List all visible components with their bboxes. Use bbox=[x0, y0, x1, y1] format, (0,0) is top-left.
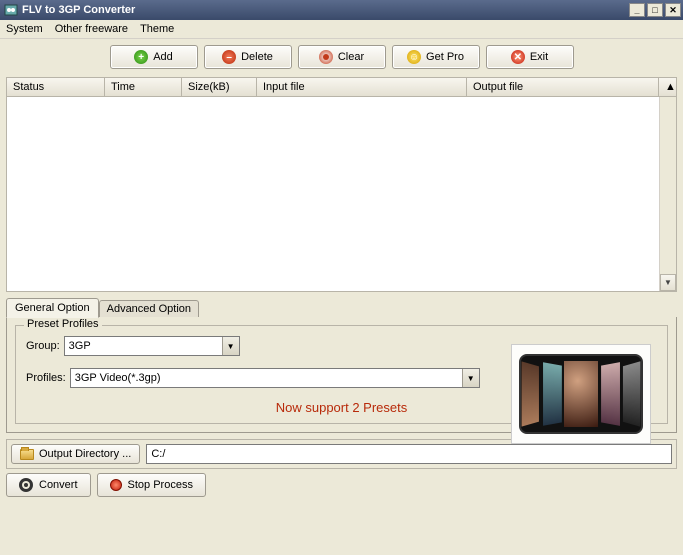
scroll-down-button[interactable]: ▼ bbox=[660, 274, 676, 291]
minimize-button[interactable]: _ bbox=[629, 3, 645, 17]
col-input[interactable]: Input file bbox=[257, 78, 467, 96]
clear-button[interactable]: Clear bbox=[298, 45, 386, 69]
stop-label: Stop Process bbox=[128, 479, 193, 491]
device-preview bbox=[511, 344, 651, 444]
clear-icon bbox=[319, 50, 333, 64]
menu-other-freeware[interactable]: Other freeware bbox=[55, 23, 128, 35]
delete-button[interactable]: – Delete bbox=[204, 45, 292, 69]
group-label: Group: bbox=[26, 340, 60, 352]
delete-label: Delete bbox=[241, 51, 273, 63]
chevron-down-icon: ▼ bbox=[222, 337, 239, 355]
x-icon: ✕ bbox=[511, 50, 525, 64]
smiley-icon: ☺ bbox=[407, 50, 421, 64]
film-reel-icon bbox=[19, 478, 33, 492]
col-size[interactable]: Size(kB) bbox=[182, 78, 257, 96]
folder-icon bbox=[20, 449, 34, 460]
table-header: Status Time Size(kB) Input file Output f… bbox=[6, 77, 677, 97]
add-button[interactable]: + Add bbox=[110, 45, 198, 69]
tab-general-option[interactable]: General Option bbox=[6, 298, 99, 318]
menu-theme[interactable]: Theme bbox=[140, 23, 174, 35]
chevron-down-icon: ▼ bbox=[462, 369, 479, 387]
table-body[interactable]: ▼ bbox=[6, 97, 677, 292]
exit-button[interactable]: ✕ Exit bbox=[486, 45, 574, 69]
toolbar: + Add – Delete Clear ☺ Get Pro ✕ Exit bbox=[0, 39, 683, 75]
profiles-select[interactable]: 3GP Video(*.3gp) ▼ bbox=[70, 368, 480, 388]
poster-thumb bbox=[543, 362, 562, 426]
stop-icon bbox=[110, 479, 122, 491]
scroll-up-header: ▲ bbox=[659, 78, 676, 96]
stop-process-button[interactable]: Stop Process bbox=[97, 473, 206, 497]
preset-legend: Preset Profiles bbox=[24, 318, 102, 330]
vertical-scrollbar[interactable]: ▼ bbox=[659, 97, 676, 291]
window-title: FLV to 3GP Converter bbox=[22, 4, 629, 16]
maximize-button[interactable]: □ bbox=[647, 3, 663, 17]
options-tabs: General Option Advanced Option bbox=[6, 298, 677, 317]
device-icon bbox=[519, 354, 643, 434]
profiles-value: 3GP Video(*.3gp) bbox=[75, 372, 161, 384]
col-output[interactable]: Output file bbox=[467, 78, 659, 96]
poster-thumb bbox=[522, 361, 539, 426]
add-label: Add bbox=[153, 51, 173, 63]
col-status[interactable]: Status bbox=[7, 78, 105, 96]
col-time[interactable]: Time bbox=[105, 78, 182, 96]
convert-label: Convert bbox=[39, 479, 78, 491]
getpro-label: Get Pro bbox=[426, 51, 464, 63]
scroll-up-button[interactable]: ▲ bbox=[665, 81, 670, 93]
minus-icon: – bbox=[222, 50, 236, 64]
convert-button[interactable]: Convert bbox=[6, 473, 91, 497]
group-value: 3GP bbox=[69, 340, 91, 352]
action-bar: Convert Stop Process bbox=[6, 473, 677, 497]
general-option-panel: Preset Profiles Group: 3GP ▼ Profiles: 3… bbox=[6, 317, 677, 433]
poster-thumb bbox=[564, 361, 597, 427]
group-select[interactable]: 3GP ▼ bbox=[64, 336, 240, 356]
app-icon bbox=[4, 3, 18, 17]
output-directory-button[interactable]: Output Directory ... bbox=[11, 444, 140, 464]
tab-advanced-option[interactable]: Advanced Option bbox=[99, 300, 199, 317]
menu-system[interactable]: System bbox=[6, 23, 43, 35]
titlebar: FLV to 3GP Converter _ □ ✕ bbox=[0, 0, 683, 20]
window-buttons: _ □ ✕ bbox=[629, 3, 681, 17]
file-table: Status Time Size(kB) Input file Output f… bbox=[6, 77, 677, 292]
profiles-label: Profiles: bbox=[26, 372, 66, 384]
poster-thumb bbox=[623, 361, 640, 426]
getpro-button[interactable]: ☺ Get Pro bbox=[392, 45, 480, 69]
exit-label: Exit bbox=[530, 51, 548, 63]
preset-profiles-fieldset: Preset Profiles Group: 3GP ▼ Profiles: 3… bbox=[15, 325, 668, 424]
menu-bar: System Other freeware Theme bbox=[0, 20, 683, 39]
clear-label: Clear bbox=[338, 51, 364, 63]
output-path-input[interactable] bbox=[146, 444, 672, 464]
plus-icon: + bbox=[134, 50, 148, 64]
close-button[interactable]: ✕ bbox=[665, 3, 681, 17]
poster-thumb bbox=[601, 362, 620, 426]
output-directory-label: Output Directory ... bbox=[39, 448, 131, 460]
